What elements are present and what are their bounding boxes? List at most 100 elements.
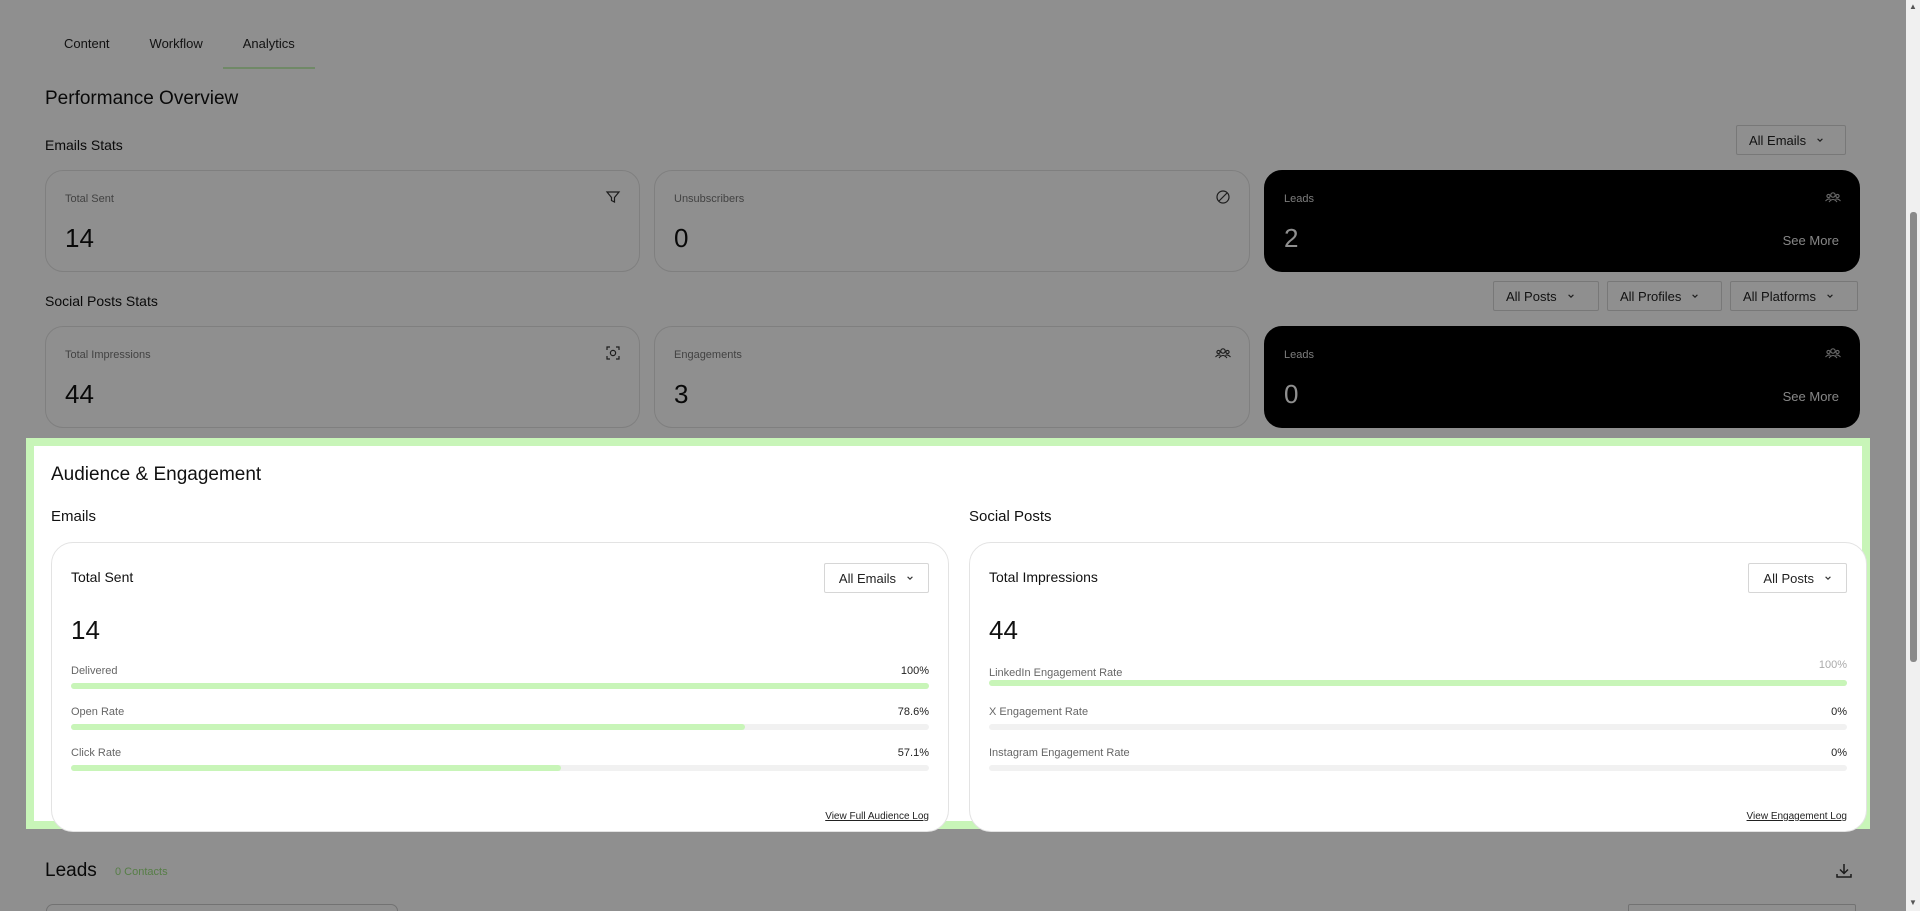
dropdown-label: All Profiles [1620,288,1682,304]
stat-label: Unsubscribers [674,193,745,205]
metric-pct: 78.6% [897,706,929,718]
filter-icon [605,191,621,203]
progress-fill [71,765,561,771]
leads-count: 0 Contacts [115,866,168,878]
dim-overlay-right [1870,438,1906,829]
audience-engagement-title: Audience & Engagement [51,464,262,485]
scroll-down-arrow-icon[interactable]: ▼ [1909,899,1917,907]
profiles-filter-dropdown[interactable]: All Profiles [1607,281,1722,311]
see-more-link[interactable]: See More [1783,233,1839,248]
social-engagement-card: Total Impressions All Posts 44 LinkedIn … [969,542,1867,832]
emails-filter-dropdown[interactable]: All Emails [823,563,929,593]
metric-label: Instagram Engagement Rate [989,747,1130,759]
emails-stats-title: Emails Stats [45,137,123,153]
posts-filter-dropdown[interactable]: All Posts [1748,563,1847,593]
posts-filter-dropdown[interactable]: All Posts [1493,281,1599,311]
metric-linkedin-engagement: LinkedIn Engagement Rate 100% [989,659,1847,693]
block-icon [1216,190,1230,204]
metric-label: Open Rate [71,706,125,718]
card-value: 14 [71,615,100,645]
people-icon [1825,348,1841,359]
progress-track [71,683,929,689]
stat-label: Total Impressions [65,349,151,361]
stat-card-engagements: Engagements 3 [654,326,1250,428]
dropdown-label: All Emails [838,570,896,586]
card-title: Total Sent [71,569,134,585]
metric-label: Click Rate [71,747,122,759]
leads-search-input[interactable] [46,904,398,911]
stat-value: 0 [1284,379,1299,409]
platforms-filter-dropdown[interactable]: All Platforms [1730,281,1858,311]
metric-instagram-engagement: Instagram Engagement Rate 0% [989,747,1847,777]
tab-bar: Content Workflow Analytics [44,22,315,69]
social-posts-section-title: Social Posts [969,508,1052,525]
stat-card-total-impressions: Total Impressions 44 [45,326,640,428]
metric-label: LinkedIn Engagement Rate [989,667,1123,679]
progress-fill [71,724,746,730]
page-scrollbar[interactable]: ▲ ▼ [1906,0,1920,911]
dropdown-label: All Posts [1506,288,1557,304]
progress-fill [71,683,929,689]
card-value: 44 [989,615,1018,645]
metric-label: X Engagement Rate [989,706,1089,718]
metric-pct: 0% [1831,747,1847,759]
dropdown-label: All Emails [1749,132,1807,148]
chevron-down-icon [1692,294,1699,298]
people-icon [1215,348,1231,359]
stat-label: Engagements [674,349,742,361]
metric-x-engagement: X Engagement Rate 0% [989,706,1847,736]
performance-overview-title: Performance Overview [45,88,239,109]
stat-value: 44 [65,379,94,409]
tab-workflow[interactable]: Workflow [130,22,223,69]
metric-open-rate: Open Rate 78.6% [71,706,929,736]
stat-card-email-leads[interactable]: Leads 2 See More [1264,170,1860,272]
chevron-down-icon [1827,294,1833,298]
progress-track [989,724,1847,730]
metric-pct: 0% [1831,706,1847,718]
stat-label: Leads [1284,349,1314,361]
emails-section-title: Emails [51,508,97,525]
dim-overlay-bottom [0,829,1906,911]
tab-analytics[interactable]: Analytics [222,22,315,69]
metric-click-rate: Click Rate 57.1% [71,747,929,777]
view-engagement-log-link[interactable]: View Engagement Log [1747,811,1847,822]
audience-engagement-panel: Audience & Engagement Emails Social Post… [26,438,1870,832]
chevron-down-icon [1817,138,1823,142]
scan-icon [606,346,620,360]
scroll-up-arrow-icon[interactable]: ▲ [1909,3,1917,11]
view-full-audience-log-link[interactable]: View Full Audience Log [825,811,929,822]
chevron-down-icon [1567,294,1574,298]
scroll-thumb[interactable] [1910,212,1917,662]
chevron-down-icon [907,576,913,580]
card-title: Total Impressions [989,569,1098,585]
tab-content[interactable]: Content [44,22,130,69]
emails-audience-card: Total Sent All Emails 14 Delivered 100% … [51,542,949,832]
metric-delivered: Delivered 100% [71,665,929,695]
dropdown-label: All Posts [1763,570,1814,586]
stat-card-social-leads[interactable]: Leads 0 See More [1264,326,1860,428]
emails-filter-dropdown[interactable]: All Emails [1736,125,1846,155]
people-icon [1825,192,1841,203]
dropdown-label: All Platforms [1743,288,1816,304]
stat-card-total-sent: Total Sent 14 [45,170,640,272]
social-stats-title: Social Posts Stats [45,293,158,309]
metric-pct: 100% [900,665,929,677]
stat-value: 0 [674,223,689,253]
stat-value: 2 [1284,223,1299,253]
metric-pct: 100% [1818,659,1847,671]
see-more-link[interactable]: See More [1783,389,1839,404]
dim-overlay-left [0,438,26,829]
progress-track [989,765,1847,771]
progress-track [989,680,1847,686]
progress-fill [989,680,1847,686]
leads-filter-dropdown[interactable] [1628,904,1856,911]
metric-pct: 57.1% [897,747,929,759]
metric-label: Delivered [71,665,118,677]
stat-label: Leads [1284,193,1314,205]
download-icon[interactable] [1834,861,1854,881]
leads-title: Leads [45,860,97,881]
stat-value: 14 [65,223,94,253]
stat-value: 3 [674,379,689,409]
progress-track [71,765,929,771]
chevron-down-icon [1825,576,1831,580]
